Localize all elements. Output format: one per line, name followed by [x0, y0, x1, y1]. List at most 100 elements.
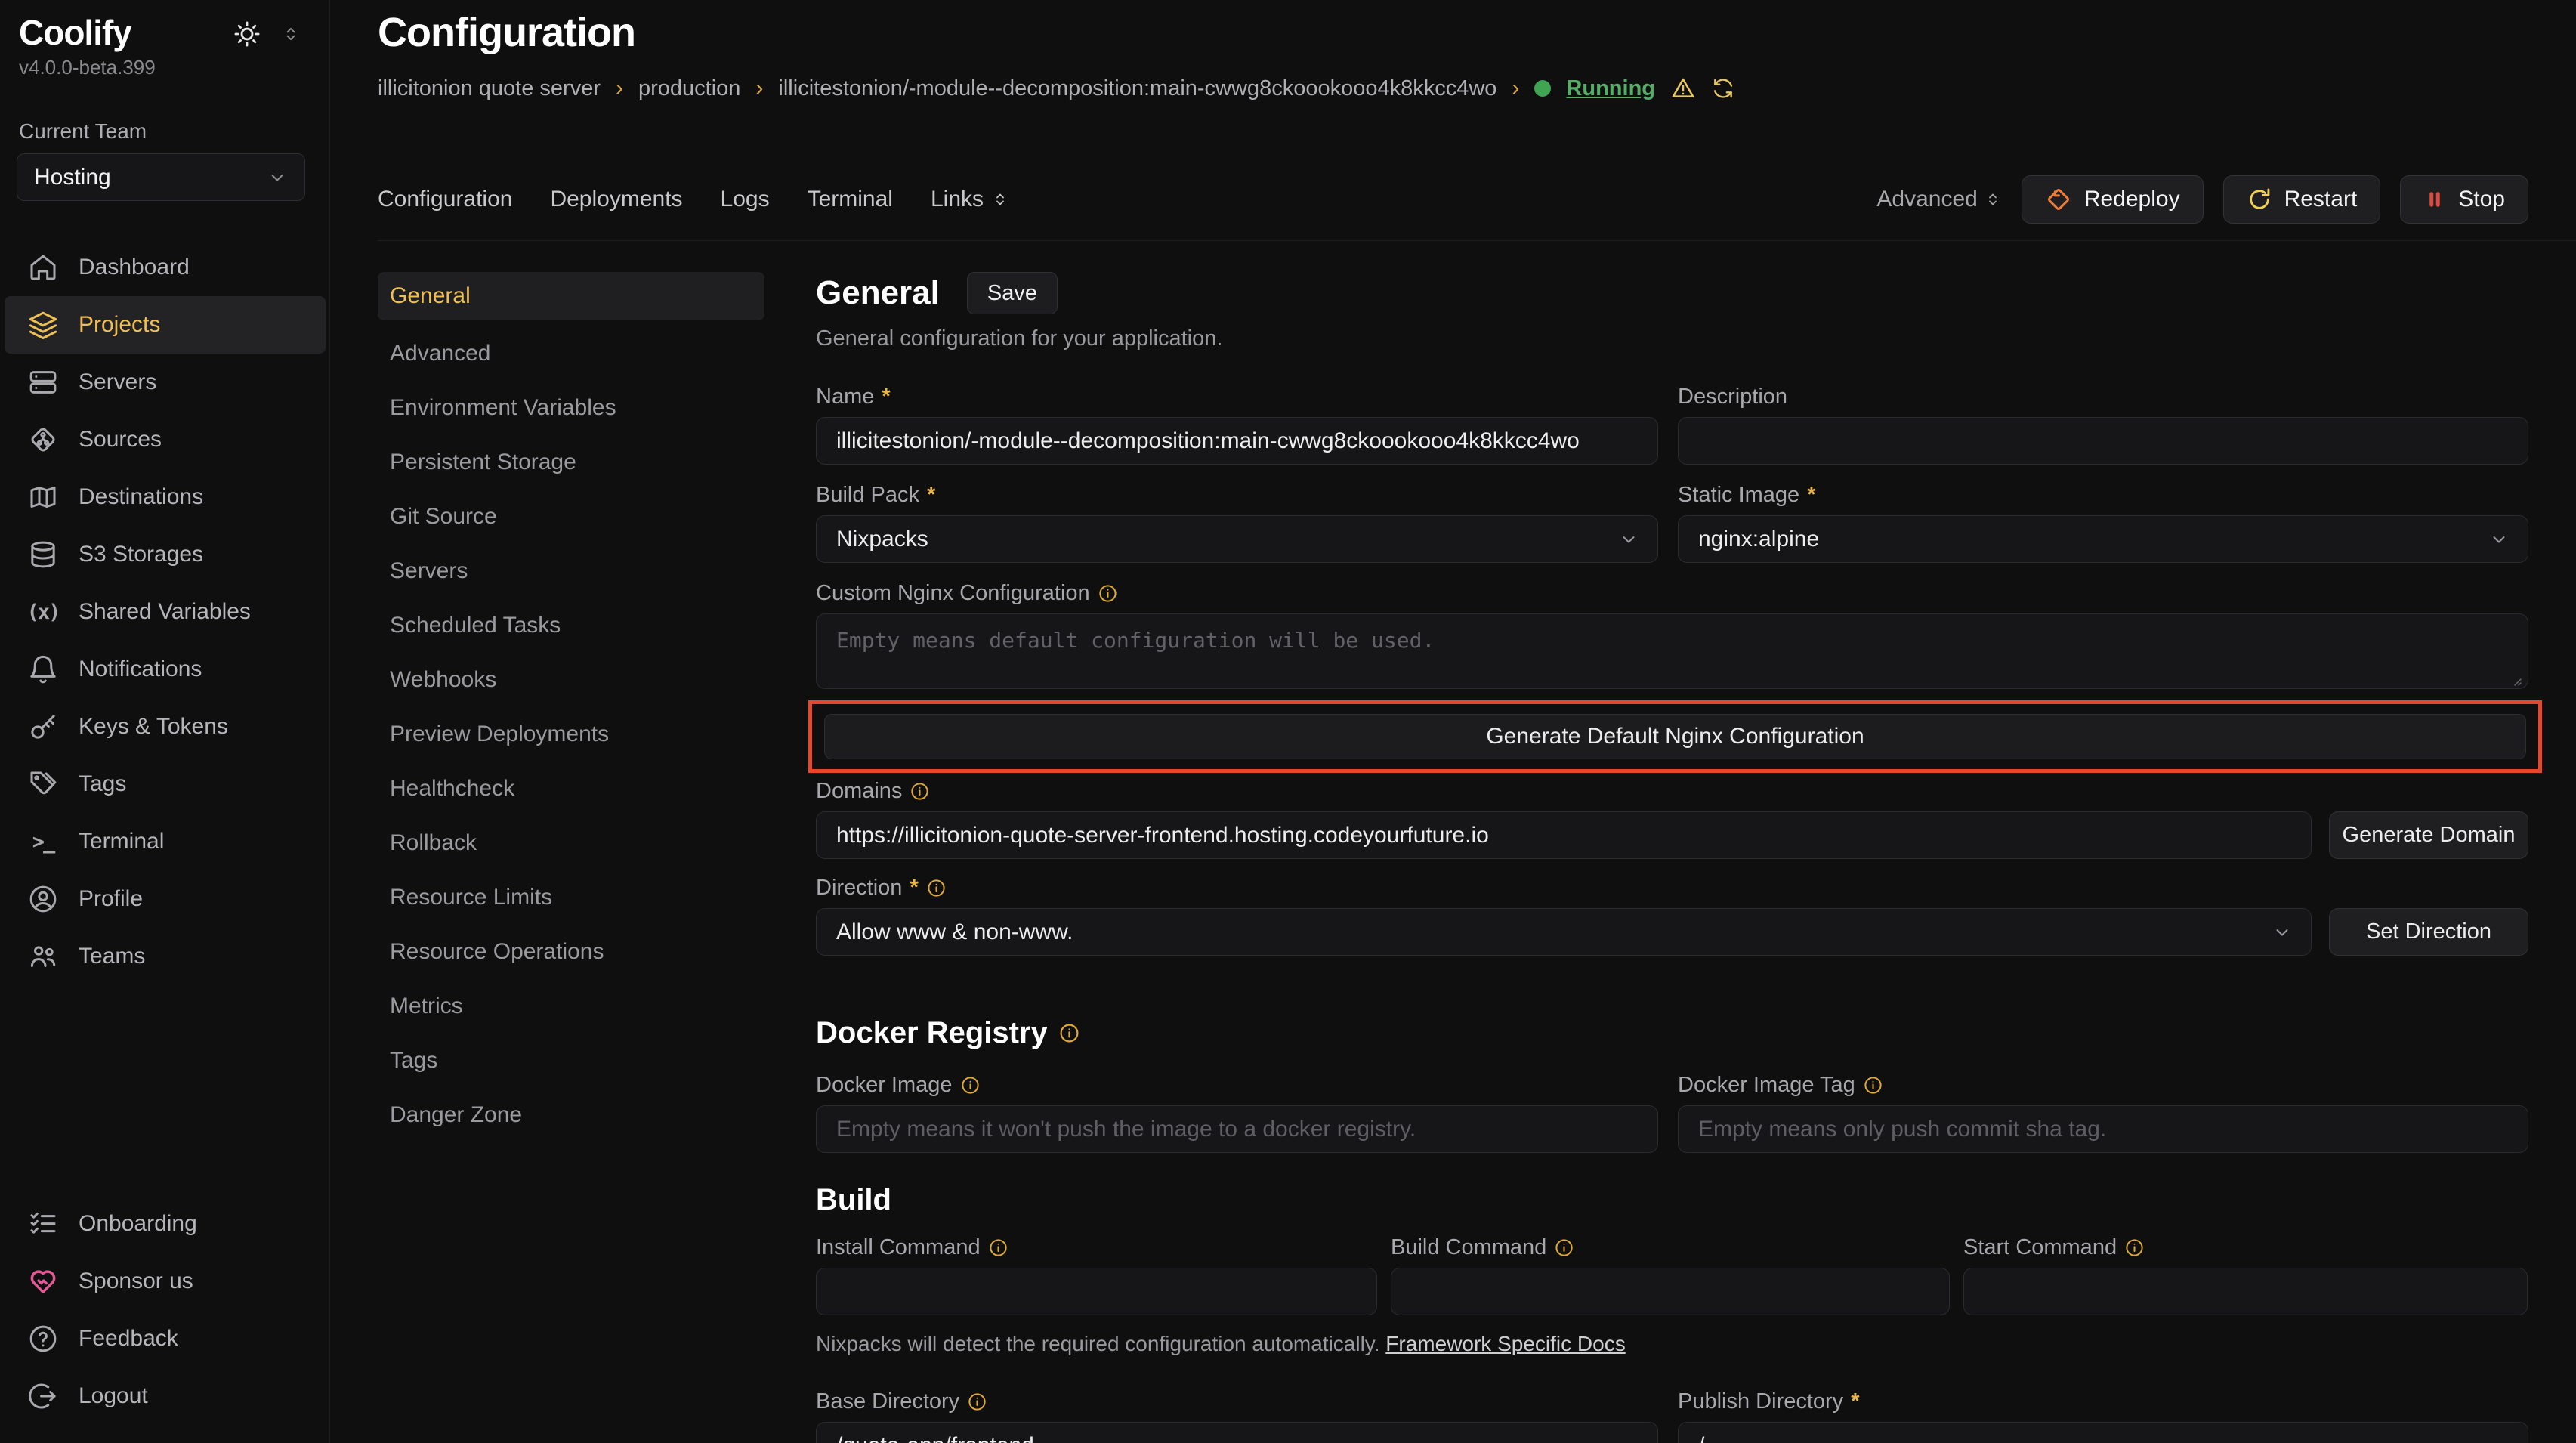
redeploy-button[interactable]: Redeploy [2022, 175, 2204, 224]
subnav-tags[interactable]: Tags [378, 1034, 764, 1088]
tab-terminal[interactable]: Terminal [808, 187, 893, 212]
start-command-input[interactable] [1963, 1268, 2528, 1315]
tab-configuration[interactable]: Configuration [378, 187, 512, 212]
description-input[interactable] [1678, 417, 2528, 465]
info-icon[interactable] [910, 781, 930, 802]
install-command-input[interactable] [816, 1268, 1377, 1315]
refresh-icon[interactable] [1711, 76, 1735, 100]
subnav-advanced[interactable]: Advanced [378, 326, 764, 381]
tab-bar: Configuration Deployments Logs Terminal … [378, 175, 2528, 224]
subnav-healthcheck[interactable]: Healthcheck [378, 762, 764, 816]
subnav-environment-variables[interactable]: Environment Variables [378, 381, 764, 435]
team-select[interactable]: Hosting [17, 153, 305, 201]
subnav-general[interactable]: General [378, 272, 764, 320]
install-command-label: Install Command [816, 1235, 1377, 1260]
domains-input[interactable] [816, 811, 2312, 859]
subnav-resource-operations[interactable]: Resource Operations [378, 925, 764, 979]
app-version: v4.0.0-beta.399 [19, 56, 156, 79]
subnav-git-source[interactable]: Git Source [378, 490, 764, 544]
base-directory-input[interactable] [816, 1422, 1658, 1443]
subnav-danger-zone[interactable]: Danger Zone [378, 1088, 764, 1142]
name-label: Name* [816, 385, 1658, 409]
sidebar-item-feedback[interactable]: Feedback [0, 1310, 330, 1367]
info-icon[interactable] [1058, 1022, 1080, 1044]
sidebar-item-projects[interactable]: Projects [5, 296, 326, 354]
breadcrumb-resource[interactable]: illicitestonion/-module--decomposition:m… [778, 76, 1496, 101]
breadcrumb-project[interactable]: illicitonion quote server [378, 76, 601, 101]
tab-links[interactable]: Links [931, 187, 1009, 212]
custom-nginx-textarea[interactable] [816, 613, 2528, 689]
tags-icon [27, 768, 59, 800]
chevron-down-icon [2488, 529, 2510, 550]
docker-image-input[interactable] [816, 1105, 1658, 1153]
subnav-rollback[interactable]: Rollback [378, 816, 764, 870]
advanced-dropdown[interactable]: Advanced [1876, 187, 2001, 212]
build-command-input[interactable] [1391, 1268, 1950, 1315]
stop-button[interactable]: Stop [2400, 175, 2528, 224]
custom-nginx-label: Custom Nginx Configuration [816, 581, 2528, 606]
info-icon[interactable] [967, 1392, 987, 1412]
info-icon[interactable] [960, 1075, 981, 1095]
theme-chevrons-icon[interactable] [281, 24, 301, 44]
sidebar-item-sponsor[interactable]: Sponsor us [0, 1253, 330, 1310]
status-running-link[interactable]: Running [1566, 76, 1655, 101]
subnav-servers[interactable]: Servers [378, 544, 764, 598]
subnav-persistent-storage[interactable]: Persistent Storage [378, 435, 764, 490]
publish-directory-label: Publish Directory* [1678, 1389, 2528, 1414]
set-direction-button[interactable]: Set Direction [2329, 908, 2528, 956]
info-icon[interactable] [988, 1238, 1008, 1258]
info-icon[interactable] [1863, 1075, 1883, 1095]
sidebar-nav: Dashboard Projects Servers Sources Desti… [0, 239, 330, 985]
static-image-select[interactable]: nginx:alpine [1678, 515, 2528, 563]
info-icon[interactable] [1554, 1238, 1574, 1258]
info-icon[interactable] [926, 878, 947, 898]
sidebar-item-shared-variables[interactable]: (x) Shared Variables [0, 583, 330, 641]
sidebar-item-notifications[interactable]: Notifications [0, 641, 330, 698]
resize-handle[interactable] [2510, 675, 2522, 687]
sidebar-item-terminal[interactable]: >_ Terminal [0, 813, 330, 870]
breadcrumb-environment[interactable]: production [638, 76, 740, 101]
chevron-down-icon [267, 167, 288, 188]
sidebar-item-destinations[interactable]: Destinations [0, 468, 330, 526]
sidebar-item-sources[interactable]: Sources [0, 411, 330, 468]
framework-docs-link[interactable]: Framework Specific Docs [1385, 1332, 1625, 1355]
sidebar-item-keys-tokens[interactable]: Keys & Tokens [0, 698, 330, 755]
sidebar-item-servers[interactable]: Servers [0, 354, 330, 411]
publish-directory-input[interactable] [1678, 1422, 2528, 1443]
tab-deployments[interactable]: Deployments [550, 187, 682, 212]
sidebar-item-tags[interactable]: Tags [0, 755, 330, 813]
name-input[interactable] [816, 417, 1658, 465]
docker-image-tag-input[interactable] [1678, 1105, 2528, 1153]
info-icon[interactable] [1098, 583, 1118, 604]
subnav-resource-limits[interactable]: Resource Limits [378, 870, 764, 925]
sidebar-item-dashboard[interactable]: Dashboard [0, 239, 330, 296]
restart-button[interactable]: Restart [2223, 175, 2381, 224]
sidebar-item-s3-storages[interactable]: S3 Storages [0, 526, 330, 583]
tab-actions: Advanced Redeploy Restart Stop [1876, 175, 2528, 224]
subnav-webhooks[interactable]: Webhooks [378, 653, 764, 707]
build-pack-select[interactable]: Nixpacks [816, 515, 1658, 563]
config-subnav: General Advanced Environment Variables P… [378, 272, 764, 1142]
subnav-preview-deployments[interactable]: Preview Deployments [378, 707, 764, 762]
subnav-metrics[interactable]: Metrics [378, 979, 764, 1034]
theme-sun-icon[interactable] [233, 20, 261, 48]
users-icon [27, 941, 59, 972]
generate-nginx-button[interactable]: Generate Default Nginx Configuration [824, 714, 2526, 759]
sidebar-item-profile[interactable]: Profile [0, 870, 330, 928]
sidebar-item-logout[interactable]: Logout [0, 1367, 330, 1425]
home-icon [27, 252, 59, 283]
direction-label: Direction* [816, 876, 2528, 901]
sidebar-item-onboarding[interactable]: Onboarding [0, 1195, 330, 1253]
direction-select[interactable]: Allow www & non-www. [816, 908, 2312, 956]
warning-triangle-icon[interactable] [1670, 76, 1696, 101]
subnav-scheduled-tasks[interactable]: Scheduled Tasks [378, 598, 764, 653]
generate-domain-button[interactable]: Generate Domain [2329, 811, 2528, 859]
save-button[interactable]: Save [967, 272, 1058, 314]
info-icon[interactable] [2124, 1238, 2145, 1258]
layers-icon [27, 309, 59, 341]
static-image-label: Static Image* [1678, 483, 2528, 508]
pause-icon [2423, 188, 2446, 211]
sidebar-item-teams[interactable]: Teams [0, 928, 330, 985]
tab-logs[interactable]: Logs [721, 187, 770, 212]
general-form: General Save General configuration for y… [816, 272, 2528, 1443]
